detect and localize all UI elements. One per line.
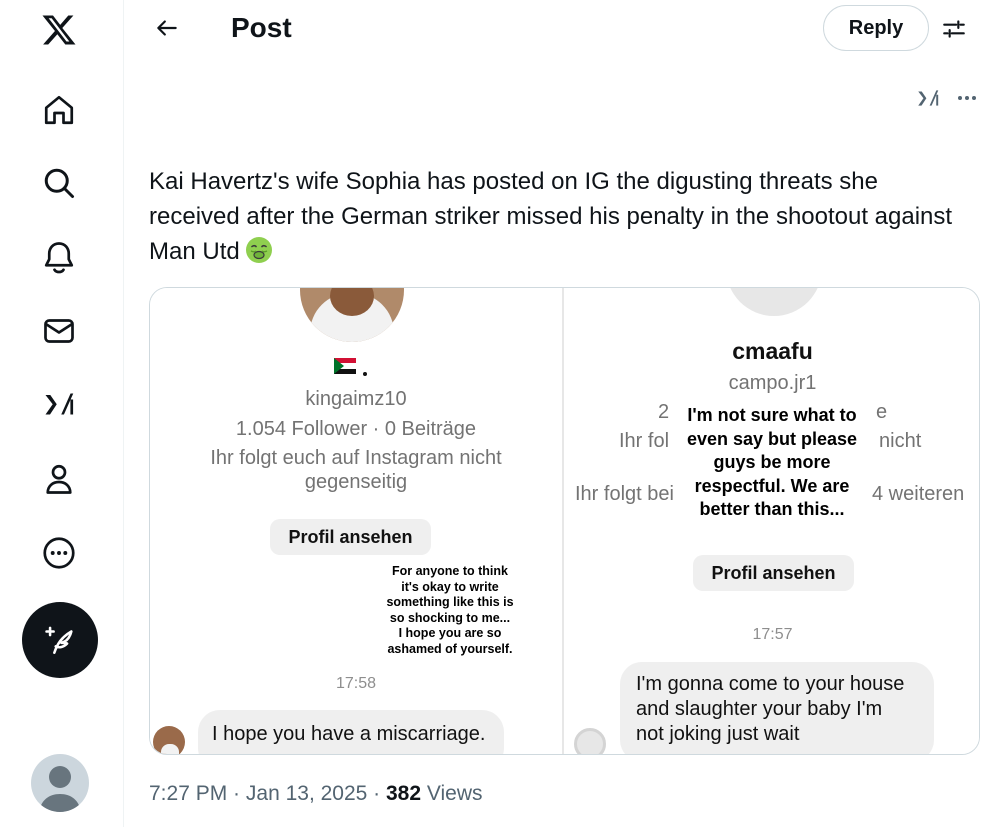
ig-username: kingaimz10 — [305, 388, 407, 410]
dot — [363, 372, 367, 376]
overlay-line: even say but please — [686, 428, 858, 449]
overlay-line: it's okay to write — [401, 579, 499, 594]
separator: · — [227, 782, 246, 805]
back-arrow-icon[interactable] — [147, 10, 187, 46]
overlay-line: guys be more — [713, 452, 831, 472]
overlay-line: I'm not sure what to — [687, 405, 857, 425]
ig-fragment: nicht — [879, 430, 922, 452]
message-time: 17:57 — [752, 626, 793, 643]
home-icon[interactable] — [26, 82, 92, 138]
message-line: and slaughter your baby I'm — [636, 698, 883, 720]
messages-icon[interactable] — [26, 303, 92, 359]
message-time: 17:58 — [335, 675, 377, 692]
separator: · — [367, 782, 386, 805]
more-horizontal-icon[interactable] — [950, 82, 984, 114]
overlay-line: something like this is — [386, 595, 514, 609]
instagram-screenshot-right: cmaafu campo.jr1 2 e Ihr fol nicht Ihr f… — [564, 288, 979, 754]
message-bubble: I'm gonna come to your house and slaught… — [620, 662, 934, 754]
overlay-line: better than this... — [699, 499, 845, 519]
ig-fragment: Ihr folgt bei — [575, 483, 674, 505]
feather-plus-icon — [45, 626, 73, 655]
page-title: Post — [231, 12, 292, 43]
story-text-overlay: For anyone to think it's okay to write s… — [350, 564, 550, 657]
ig-stats: 1.054 Follower · 0 Beiträge — [235, 418, 477, 440]
ig-username: campo.jr1 — [728, 372, 817, 394]
post-header: Post Reply — [125, 0, 1000, 60]
message-bubble: I hope you have a miscarriage. — [198, 710, 504, 754]
notifications-icon[interactable] — [26, 229, 92, 285]
ig-display-name: cmaafu — [732, 338, 813, 364]
ig-fragment: 4 weiteren — [872, 483, 965, 505]
post-date[interactable]: Jan 13, 2025 — [246, 782, 367, 805]
ig-follow-status: Ihr folgt euch auf Instagram nicht — [210, 447, 502, 469]
ig-fragment: 2 — [658, 401, 670, 423]
post-text: Kai Havertz's wife Sophia has posted on … — [149, 164, 959, 269]
overlay-line: I hope you are so — [398, 626, 502, 640]
post-media-image[interactable]: kingaimz10 1.054 Follower · 0 Beiträge I… — [149, 287, 980, 755]
explore-icon[interactable] — [26, 155, 92, 211]
overlay-line: so shocking to me... — [389, 610, 511, 625]
ig-fragment: Ihr fol — [619, 430, 670, 452]
profile-view-button: Profil ansehen — [693, 555, 854, 591]
profile-photo-placeholder — [726, 288, 822, 316]
message-line: not joking just wait — [636, 723, 800, 745]
story-text-overlay: I'm not sure what to even say but please… — [672, 404, 872, 522]
sender-avatar-placeholder — [574, 728, 606, 754]
sudan-flag-icon — [334, 358, 356, 374]
overlay-line: ashamed of yourself. — [387, 641, 513, 656]
views-label: Views — [421, 782, 483, 805]
adjust-settings-icon[interactable] — [937, 12, 971, 46]
left-sidebar — [0, 0, 124, 827]
profile-view-button: Profil ansehen — [270, 519, 431, 555]
nauseated-face-emoji-icon — [244, 235, 274, 265]
views-count: 382 — [386, 782, 422, 805]
profile-icon[interactable] — [26, 451, 92, 507]
post-time[interactable]: 7:27 PM — [149, 782, 227, 805]
more-options-icon[interactable] — [26, 525, 92, 581]
grok-icon[interactable] — [912, 82, 944, 114]
reply-button[interactable]: Reply — [823, 5, 929, 51]
profile-photo — [300, 288, 404, 342]
ig-follow-status-2: gegenseitig — [304, 471, 408, 493]
instagram-screenshot-left: kingaimz10 1.054 Follower · 0 Beiträge I… — [150, 288, 562, 754]
message-line: I'm gonna come to your house — [636, 673, 905, 695]
account-avatar[interactable] — [31, 754, 89, 812]
compose-post-button[interactable] — [22, 602, 98, 678]
post-metadata: 7:27 PM · Jan 13, 2025 · 382 Views — [149, 780, 483, 808]
overlay-line: For anyone to think — [392, 564, 508, 578]
overlay-line: respectful. We are — [694, 475, 850, 496]
sender-avatar — [153, 726, 185, 754]
grok-icon[interactable] — [26, 376, 92, 432]
x-logo-icon[interactable] — [26, 2, 92, 58]
ig-fragment: e — [876, 401, 888, 423]
